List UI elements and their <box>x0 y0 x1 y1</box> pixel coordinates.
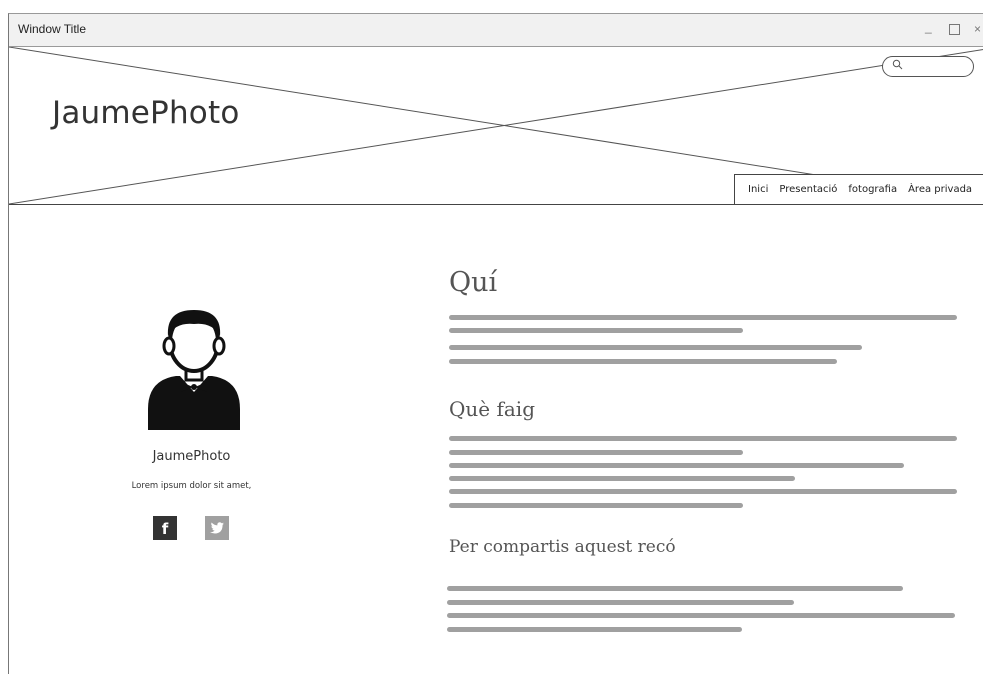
text-placeholder-line <box>449 345 862 350</box>
search-input[interactable] <box>907 59 965 73</box>
search-icon <box>892 59 903 70</box>
text-placeholder-line <box>447 586 903 591</box>
text-placeholder-line <box>449 315 957 320</box>
text-placeholder-line <box>449 463 904 468</box>
app-window: Window Title _ × JaumePhoto Inici Presen… <box>8 13 983 674</box>
brand-logo[interactable]: JaumePhoto <box>52 95 240 131</box>
text-placeholder-line <box>447 600 794 605</box>
profile-bio: Lorem ipsum dolor sit amet, <box>131 481 252 491</box>
header-banner-placeholder: JaumePhoto Inici Presentació fotografia … <box>9 47 983 205</box>
text-placeholder-line <box>449 436 957 441</box>
section-heading-qui: Quí <box>449 267 498 298</box>
maximize-icon[interactable] <box>949 24 960 35</box>
text-placeholder-line <box>449 328 743 333</box>
nav-item-area-privada[interactable]: Àrea privada <box>908 184 972 195</box>
minimize-icon[interactable]: _ <box>925 21 932 33</box>
nav-item-inici[interactable]: Inici <box>748 184 768 195</box>
text-placeholder-line <box>447 627 742 632</box>
text-placeholder-line <box>449 489 957 494</box>
close-icon[interactable]: × <box>974 23 981 35</box>
text-placeholder-line <box>449 503 743 508</box>
nav-item-fotografia[interactable]: fotografia <box>848 184 897 195</box>
text-placeholder-line <box>447 613 955 618</box>
facebook-icon[interactable]: f <box>153 516 177 540</box>
avatar-icon <box>148 310 240 430</box>
section-heading-compartir: Per compartis aquest recó <box>449 537 676 557</box>
nav-item-presentacio[interactable]: Presentació <box>779 184 837 195</box>
twitter-icon[interactable] <box>205 516 229 540</box>
text-placeholder-line <box>449 359 837 364</box>
profile-name: JaumePhoto <box>152 449 231 464</box>
section-heading-que-faig: Què faig <box>449 397 535 421</box>
twitter-bird-icon <box>210 522 224 534</box>
main-nav: Inici Presentació fotografia Àrea privad… <box>734 174 983 204</box>
text-placeholder-line <box>449 476 795 481</box>
text-placeholder-line <box>449 450 743 455</box>
title-bar[interactable]: Window Title _ × <box>9 14 983 47</box>
search-box[interactable] <box>882 56 974 77</box>
window-title: Window Title <box>18 22 87 36</box>
